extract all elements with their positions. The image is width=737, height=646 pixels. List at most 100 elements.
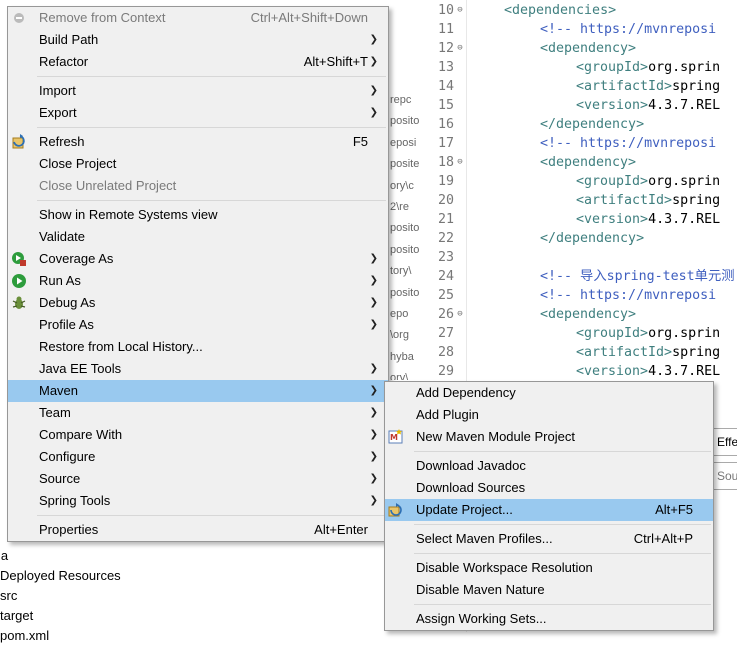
xml-text: org.sprin xyxy=(648,326,721,341)
menu-item-import[interactable]: Import ❯ xyxy=(8,80,388,102)
menu-item-close-project[interactable]: Close Project xyxy=(8,153,388,175)
menu-item-add-dependency[interactable]: Add Dependency xyxy=(385,382,713,404)
menu-item-configure[interactable]: Configure ❯ xyxy=(8,446,388,468)
path-fragment: tory\ xyxy=(390,265,412,278)
line-number: 24 xyxy=(437,269,454,284)
menu-item-properties[interactable]: Properties Alt+Enter xyxy=(8,519,388,541)
code-text: </dependency> xyxy=(540,229,644,248)
menu-item-close-unrelated-project: Close Unrelated Project xyxy=(8,175,388,197)
code-text: <artifactId>spring xyxy=(576,77,720,96)
menu-item-refresh[interactable]: Refresh F5 xyxy=(8,131,388,153)
line-number: 25 xyxy=(437,288,454,303)
maven-submenu: Add Dependency Add Plugin M New Maven Modul… xyxy=(384,381,714,631)
menu-item-label: Add Dependency xyxy=(416,385,516,400)
menu-item-label: Refactor xyxy=(39,54,89,69)
menu-item-label: Download Sources xyxy=(416,480,526,495)
explorer-item[interactable]: la xyxy=(0,546,384,566)
debug-icon xyxy=(11,295,27,311)
code-text: <version>4.3.7.REL xyxy=(576,362,720,381)
menu-item-update-project[interactable]: Update Project... Alt+F5 xyxy=(385,499,713,521)
line-number: 11 xyxy=(437,22,454,37)
menu-item-select-maven-profiles[interactable]: Select Maven Profiles... Ctrl+Alt+P xyxy=(385,528,713,550)
menu-item-export[interactable]: Export ❯ xyxy=(8,102,388,124)
xml-text: org.sprin xyxy=(648,60,721,75)
submenu-arrow-icon: ❯ xyxy=(369,451,378,462)
source-tab[interactable]: Sou xyxy=(712,462,737,490)
path-fragment: ory\ xyxy=(390,372,409,380)
menu-item-build-path[interactable]: Build Path ❯ xyxy=(8,29,388,51)
xml-text: 4.3.7.REL xyxy=(648,98,721,113)
fold-toggle-icon[interactable]: ⊖ xyxy=(454,305,466,324)
explorer-item-src[interactable]: src xyxy=(0,586,384,606)
line-number: 14 xyxy=(437,79,454,94)
xml-comment: <!-- https://mvnreposi xyxy=(540,136,717,151)
line-number: 17 xyxy=(437,136,454,151)
remove-context-icon xyxy=(11,10,27,26)
code-text: <!-- 导入spring-test单元测 xyxy=(540,267,735,286)
code-text: <artifactId>spring xyxy=(576,343,720,362)
menu-item-profile-as[interactable]: Profile As ❯ xyxy=(8,314,388,336)
menu-item-coverage-as[interactable]: Coverage As ❯ xyxy=(8,248,388,270)
fold-toggle-icon[interactable]: ⊖ xyxy=(454,1,466,20)
submenu-arrow-icon: ❯ xyxy=(369,495,378,506)
menu-item-label: Disable Workspace Resolution xyxy=(416,560,593,575)
fold-toggle-icon[interactable]: ⊖ xyxy=(454,153,466,172)
xml-comment: <!-- https://mvnreposi xyxy=(540,22,717,37)
menu-item-validate[interactable]: Validate xyxy=(8,226,388,248)
explorer-item-pom-xml[interactable]: pom.xml xyxy=(0,626,384,646)
path-fragment: repc xyxy=(390,94,412,106)
menu-item-assign-working-sets[interactable]: Assign Working Sets... xyxy=(385,608,713,630)
menu-item-team[interactable]: Team ❯ xyxy=(8,402,388,424)
menu-item-shortcut: Ctrl+Alt+P xyxy=(633,531,693,546)
menu-separator xyxy=(8,124,388,131)
menu-item-download-sources[interactable]: Download Sources xyxy=(385,477,713,499)
line-number: 27 xyxy=(437,326,454,341)
menu-separator xyxy=(8,197,388,204)
menu-item-java-ee-tools[interactable]: Java EE Tools ❯ xyxy=(8,358,388,380)
menu-item-label: Validate xyxy=(39,229,86,244)
menu-item-refactor[interactable]: Refactor Alt+Shift+T ❯ xyxy=(8,51,388,73)
line-number: 10 xyxy=(437,3,454,18)
menu-item-shortcut: F5 xyxy=(352,134,368,149)
path-fragment: posito xyxy=(390,222,420,235)
menu-item-compare-with[interactable]: Compare With ❯ xyxy=(8,424,388,446)
explorer-item-deployed-resources[interactable]: Deployed Resources xyxy=(0,566,384,586)
menu-item-restore-from-local-history[interactable]: Restore from Local History... xyxy=(8,336,388,358)
submenu-arrow-icon: ❯ xyxy=(369,297,378,308)
effective-pom-tab[interactable]: Effe xyxy=(712,428,737,456)
menu-item-disable-workspace-resolution[interactable]: Disable Workspace Resolution xyxy=(385,557,713,579)
submenu-arrow-icon: ❯ xyxy=(369,107,378,118)
xml-tag: <dependencies> xyxy=(504,3,617,18)
line-number: 29 xyxy=(437,364,454,379)
menu-item-download-javadoc[interactable]: Download Javadoc xyxy=(385,455,713,477)
fold-toggle-icon[interactable]: ⊖ xyxy=(454,39,466,58)
menu-item-disable-maven-nature[interactable]: Disable Maven Nature xyxy=(385,579,713,601)
submenu-arrow-icon: ❯ xyxy=(369,253,378,264)
xml-tag: <dependency> xyxy=(540,155,637,170)
menu-item-label: New Maven Module Project xyxy=(416,429,575,444)
xml-text: 4.3.7.REL xyxy=(648,364,721,379)
menu-item-label: Disable Maven Nature xyxy=(416,582,545,597)
menu-item-label: Update Project... xyxy=(416,502,513,517)
menu-item-source[interactable]: Source ❯ xyxy=(8,468,388,490)
menu-item-shortcut: Alt+Shift+T xyxy=(303,54,368,69)
xml-text: org.sprin xyxy=(648,174,721,189)
menu-item-debug-as[interactable]: Debug As ❯ xyxy=(8,292,388,314)
menu-item-new-maven-module-project[interactable]: M New Maven Module Project xyxy=(385,426,713,448)
menu-item-label: Download Javadoc xyxy=(416,458,526,473)
xml-tag: <version> xyxy=(576,98,649,113)
menu-item-shortcut: Ctrl+Alt+Shift+Down xyxy=(250,10,368,25)
path-fragment: eposi xyxy=(390,136,417,149)
xml-tag: <groupId> xyxy=(576,60,649,75)
explorer-item-target[interactable]: target xyxy=(0,606,384,626)
xml-tag: <version> xyxy=(576,364,649,379)
xml-comment: <!-- 导入spring-test单元测 xyxy=(540,269,735,284)
line-number: 21 xyxy=(437,212,454,227)
menu-item-add-plugin[interactable]: Add Plugin xyxy=(385,404,713,426)
refresh-icon xyxy=(11,134,27,150)
menu-item-spring-tools[interactable]: Spring Tools ❯ xyxy=(8,490,388,512)
xml-tag: <dependency> xyxy=(540,307,637,322)
menu-item-run-as[interactable]: Run As ❯ xyxy=(8,270,388,292)
menu-item-maven[interactable]: Maven ❯ xyxy=(8,380,388,402)
menu-item-show-in-remote-systems-view[interactable]: Show in Remote Systems view xyxy=(8,204,388,226)
